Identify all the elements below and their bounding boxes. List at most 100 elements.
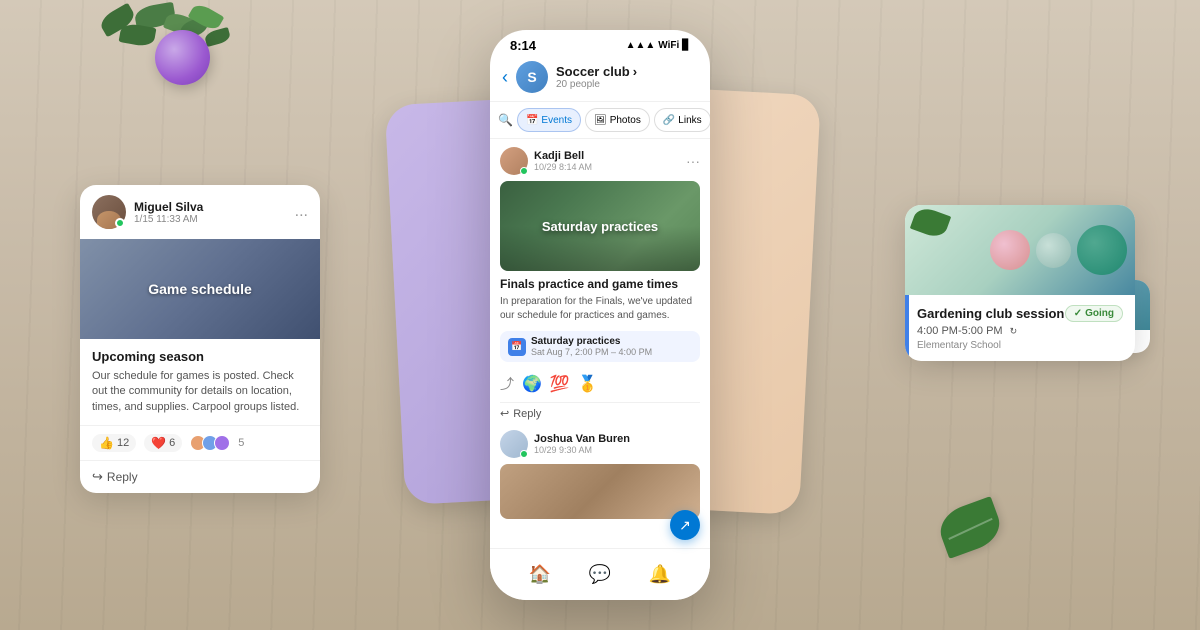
card-reactions: 👍 12 ❤️ 6 5 [80,425,320,460]
post-more-icon[interactable]: ··· [686,153,700,169]
thumbs-up-reaction[interactable]: 👍 12 [92,434,136,452]
right-event-card: Gardening club session ✓ Going 4:00 PM-5… [905,205,1135,361]
teal-ball [1077,225,1127,275]
refresh-icon: ↻ [1010,326,1018,336]
going-label: Going [1085,308,1114,319]
post-online-indicator [520,167,528,175]
group-chevron-icon: › [633,64,637,79]
event-time-value: 4:00 PM-5:00 PM [917,325,1003,337]
reply-arrow-icon: ↩ [500,407,509,420]
user-name-time: Miguel Silva 1/15 11:33 AM [134,200,203,225]
purple-ball-decoration [155,30,210,85]
going-badge[interactable]: ✓ Going [1065,305,1123,322]
phone-header: ‹ S Soccer club › 20 people [490,57,710,102]
post-description: In preparation for the Finals, we've upd… [500,295,700,323]
reaction-avatars [190,435,230,451]
reply-button[interactable]: ↩ Reply [92,469,138,485]
post-user-info: Kadji Bell 10/29 8:14 AM [534,150,592,172]
event-details: Saturday practices Sat Aug 7, 2:00 PM – … [531,336,692,357]
tab-events[interactable]: 📅 Events [517,108,581,132]
post-avatar-wrapper [500,147,528,175]
reply-icon: ↩ [92,469,103,485]
second-post: Joshua Van Buren 10/29 9:30 AM [500,430,700,519]
second-post-username: Joshua Van Buren [534,433,630,445]
mint-ball [1036,233,1071,268]
bottom-nav: 🏠 💬 🔔 [490,548,710,600]
event-card-time: 4:00 PM-5:00 PM ↻ [917,325,1123,337]
phone-content: Kadji Bell 10/29 8:14 AM ··· Saturday pr… [490,139,710,559]
accent-stripe [905,295,909,361]
second-post-online [520,450,528,458]
reply-label: Reply [107,470,138,484]
calendar-icon: 📅 [526,115,538,126]
tab-photos[interactable]: 🖼 Photos [585,108,650,132]
heart-icon: ❤️ [151,436,166,450]
group-members-count: 20 people [556,79,698,90]
group-name[interactable]: Soccer club › [556,64,698,79]
check-icon: ✓ [1074,308,1082,319]
fab-compose-button[interactable]: ↗ [670,510,700,540]
card-image-background: Game schedule [80,239,320,339]
photos-icon: 🖼 [594,115,607,126]
event-location-1: Elementary School [917,340,1123,351]
links-tab-label: Links [678,115,701,126]
post-user-row: Kadji Bell 10/29 8:14 AM [500,147,592,175]
group-info: Soccer club › 20 people [556,64,698,90]
post-timestamp: 10/29 8:14 AM [534,162,592,172]
heart-reaction[interactable]: ❤️ 6 [144,434,182,452]
leaf-7 [204,27,232,47]
event-chip[interactable]: 📅 Saturday practices Sat Aug 7, 2:00 PM … [500,331,700,362]
card-title: Upcoming season [92,349,308,364]
hundred-emoji[interactable]: 💯 [550,374,570,394]
center-phone: 8:14 ▲▲▲ WiFi ▊ ‹ S Soccer club › 20 peo… [490,30,710,600]
first-post-header: Kadji Bell 10/29 8:14 AM ··· [500,147,700,175]
bell-icon: 🔔 [649,564,671,585]
share-icon[interactable]: ⤴ [500,374,514,394]
card-content: Upcoming season Our schedule for games i… [80,339,320,425]
signal-icon: ▲▲▲ [626,40,656,51]
first-post: Kadji Bell 10/29 8:14 AM ··· Saturday pr… [500,147,700,420]
card-header: Miguel Silva 1/15 11:33 AM ... [80,185,320,239]
status-bar: 8:14 ▲▲▲ WiFi ▊ [490,30,710,57]
nav-home-button[interactable]: 🏠 [522,557,558,593]
group-avatar: S [516,61,548,93]
tab-links[interactable]: 🔗 Links [654,108,710,132]
heart-count: 6 [169,437,175,449]
compose-icon: ↗ [679,517,691,534]
event-card-content: Gardening club session ✓ Going 4:00 PM-5… [905,295,1135,361]
event-card-title-row: Gardening club session ✓ Going [917,305,1123,322]
online-indicator [115,218,125,228]
chat-icon: 💬 [589,564,611,585]
home-icon: 🏠 [529,564,551,585]
reply-button[interactable]: ↩ Reply [500,402,700,420]
thumbs-up-icon: 👍 [99,436,114,450]
more-options-button[interactable]: ... [295,203,308,221]
card-description: Our schedule for games is posted. Check … [92,369,308,415]
medal-emoji[interactable]: 🥇 [578,374,598,394]
post-time-label: 1/15 11:33 AM [134,214,203,225]
event-name: Saturday practices [531,336,692,347]
globe-emoji[interactable]: 🌍 [522,374,542,394]
group-name-text: Soccer club [556,64,630,79]
deco-leaf [910,205,951,240]
avatars-count: 5 [238,437,244,449]
user-info: Miguel Silva 1/15 11:33 AM [92,195,203,229]
second-post-timestamp: 10/29 9:30 AM [534,445,630,455]
second-post-header: Joshua Van Buren 10/29 9:30 AM [500,430,700,458]
second-post-user-info: Joshua Van Buren 10/29 9:30 AM [534,433,630,455]
post-title: Finals practice and game times [500,277,700,291]
status-time: 8:14 [510,38,536,53]
decorative-balls [990,225,1127,275]
nav-notifications-button[interactable]: 🔔 [642,557,678,593]
nav-chat-button[interactable]: 💬 [582,557,618,593]
second-post-avatar-wrapper [500,430,528,458]
post-reactions: ⤴ 🌍 💯 🥇 [500,370,700,398]
photos-tab-label: Photos [610,115,641,126]
back-button[interactable]: ‹ [502,67,508,88]
events-tab-label: Events [541,115,572,126]
search-button[interactable]: 🔍 [498,108,513,132]
second-post-image [500,464,700,519]
status-icons: ▲▲▲ WiFi ▊ [626,40,690,51]
event-calendar-icon: 📅 [508,338,526,356]
post-image-text: Saturday practices [542,219,658,234]
